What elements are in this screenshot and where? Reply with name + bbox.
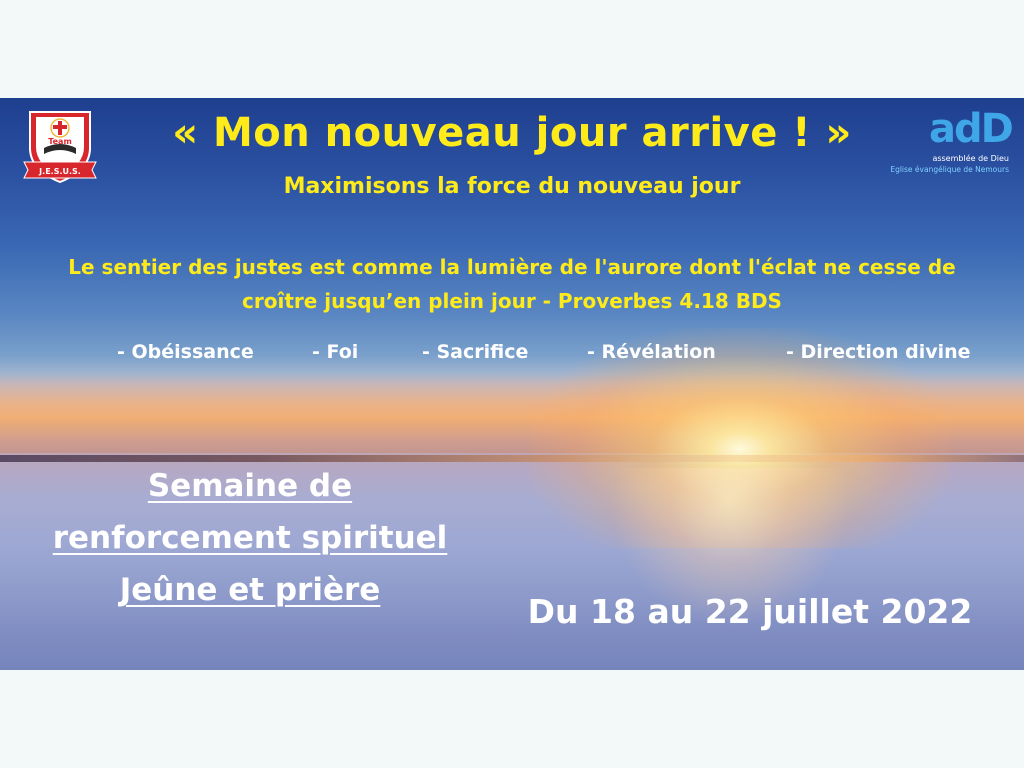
- main-title: « Mon nouveau jour arrive ! »: [172, 110, 852, 156]
- add-line2: Eglise évangélique de Nemours: [890, 165, 1009, 174]
- theme-item: - Obéissance: [117, 341, 254, 363]
- theme-item: - Sacrifice: [422, 341, 529, 363]
- theme-item: - Révélation: [587, 341, 716, 363]
- event-title: Semaine de renforcement spirituel Jeûne …: [40, 460, 460, 616]
- theme-item: - Direction divine: [786, 341, 971, 363]
- verse-line-2: croître jusqu’en plein jour - Proverbes …: [242, 289, 782, 313]
- event-line-1: Semaine de: [147, 468, 353, 504]
- bible-verse: Le sentier des justes est comme la lumiè…: [20, 250, 1004, 318]
- event-line-2: renforcement spirituel: [52, 520, 448, 556]
- event-banner: Team J.E.S.U.S. adD assemblée de Dieu Eg…: [0, 98, 1024, 670]
- event-dates: Du 18 au 22 juillet 2022: [527, 592, 973, 631]
- subtitle: Maximisons la force du nouveau jour: [283, 174, 741, 199]
- event-line-3: Jeûne et prière: [119, 572, 381, 608]
- themes-row: - Obéissance - Foi - Sacrifice - Révélat…: [0, 341, 1024, 371]
- theme-item: - Foi: [312, 341, 359, 363]
- verse-line-1: Le sentier des justes est comme la lumiè…: [68, 255, 956, 279]
